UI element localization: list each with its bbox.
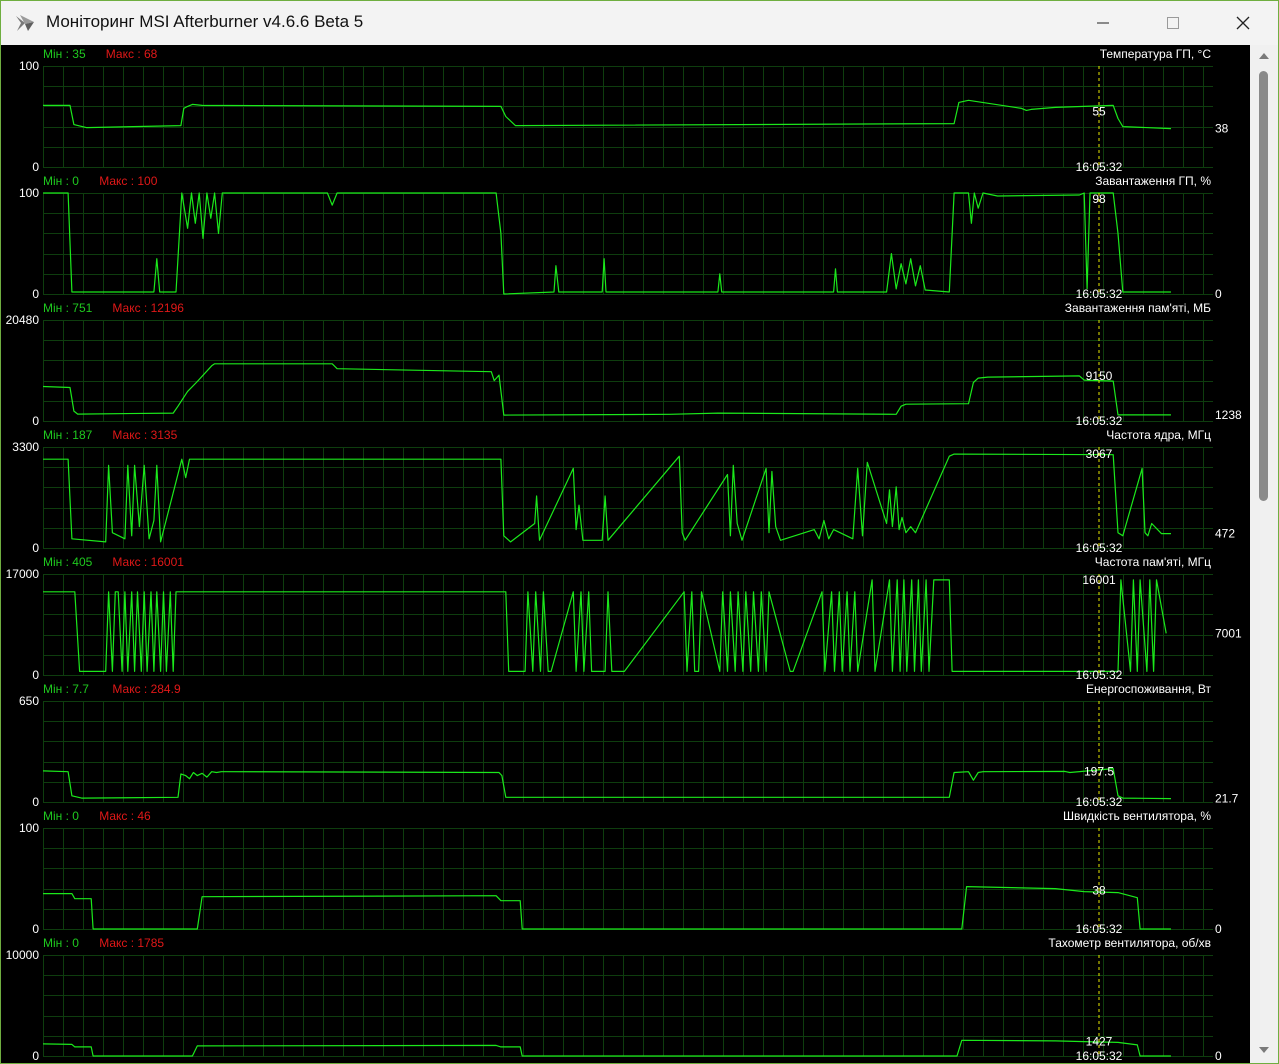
plot-area — [43, 320, 1213, 421]
graph-title: Частота ядра, МГц — [1106, 428, 1211, 442]
cursor-value: 38 — [1092, 884, 1106, 898]
plot-area — [43, 193, 1213, 294]
max-label: Макс : 284.9 — [112, 682, 181, 696]
current-value: 472 — [1215, 527, 1235, 541]
title-bar[interactable]: Моніторинг MSI Afterburner v4.6.6 Beta 5 — [1, 1, 1278, 45]
min-label: Мін : 751 — [43, 301, 93, 315]
current-value: 0 — [1215, 287, 1222, 301]
max-label: Макс : 1785 — [99, 936, 164, 950]
vertical-scrollbar[interactable] — [1250, 45, 1278, 1063]
min-label: Мін : 0 — [43, 809, 79, 823]
close-icon — [1236, 16, 1250, 30]
cursor-time: 16:05:32 — [1076, 668, 1123, 682]
graph-title: Температура ГП, °C — [1100, 47, 1212, 61]
plot-area — [43, 574, 1213, 675]
plot-area — [43, 66, 1213, 167]
cursor-time: 16:05:32 — [1076, 287, 1123, 301]
y-axis-min-label: 0 — [32, 922, 39, 936]
afterburner-window: Моніторинг MSI Afterburner v4.6.6 Beta 5… — [0, 0, 1279, 1064]
y-axis-max-label: 17000 — [6, 567, 40, 581]
y-axis-min-label: 0 — [32, 795, 39, 809]
cursor-time: 16:05:32 — [1076, 1049, 1123, 1063]
y-axis-min-label: 0 — [32, 668, 39, 682]
max-label: Макс : 100 — [99, 174, 158, 188]
y-axis-max-label: 10000 — [6, 948, 40, 962]
min-label: Мін : 35 — [43, 47, 86, 61]
y-axis-max-label: 20480 — [6, 313, 40, 327]
cursor-value: 16001 — [1082, 573, 1116, 587]
y-axis-min-label: 0 — [32, 287, 39, 301]
graph-title: Завантаження ГП, % — [1095, 174, 1211, 188]
scrollbar-thumb[interactable] — [1259, 71, 1268, 501]
current-value: 7001 — [1215, 626, 1242, 640]
cursor-value: 98 — [1092, 192, 1106, 206]
y-axis-max-label: 100 — [19, 59, 39, 73]
min-label: Мін : 7.7 — [43, 682, 89, 696]
close-button[interactable] — [1208, 1, 1278, 45]
max-label: Макс : 46 — [99, 809, 151, 823]
min-label: Мін : 0 — [43, 174, 79, 188]
cursor-time: 16:05:32 — [1076, 795, 1123, 809]
scroll-up-icon[interactable] — [1258, 51, 1270, 61]
y-axis-max-label: 650 — [19, 694, 39, 708]
min-label: Мін : 405 — [43, 555, 93, 569]
current-value: 1238 — [1215, 408, 1242, 422]
plot-area — [43, 701, 1213, 802]
graph-title: Енергоспоживання, Вт — [1086, 682, 1211, 696]
min-label: Мін : 0 — [43, 936, 79, 950]
minimize-icon — [1097, 22, 1109, 24]
graph-title: Тахометр вентилятора, об/хв — [1048, 936, 1211, 950]
y-axis-max-label: 3300 — [12, 440, 39, 454]
cursor-value: 197.5 — [1084, 764, 1114, 778]
current-value: 21.7 — [1215, 792, 1239, 806]
y-axis-max-label: 100 — [19, 186, 39, 200]
plot-area — [43, 828, 1213, 929]
current-value: 38 — [1215, 122, 1229, 136]
maximize-icon — [1167, 17, 1179, 29]
min-label: Мін : 187 — [43, 428, 93, 442]
cursor-value: 9150 — [1086, 369, 1113, 383]
afterburner-plane-icon — [16, 15, 34, 31]
y-axis-min-label: 0 — [32, 414, 39, 428]
minimize-button[interactable] — [1068, 1, 1138, 45]
cursor-time: 16:05:32 — [1076, 414, 1123, 428]
graph-title: Завантаження пам'яті, МБ — [1065, 301, 1211, 315]
scroll-down-icon[interactable] — [1258, 1045, 1270, 1055]
cursor-value: 1427 — [1086, 1035, 1113, 1049]
max-label: Макс : 12196 — [112, 301, 184, 315]
graph-title: Швидкість вентилятора, % — [1063, 809, 1211, 823]
max-label: Макс : 68 — [106, 47, 158, 61]
cursor-time: 16:05:32 — [1076, 160, 1123, 174]
window-title: Моніторинг MSI Afterburner v4.6.6 Beta 5 — [46, 12, 364, 31]
y-axis-min-label: 0 — [32, 1049, 39, 1063]
current-value: 0 — [1215, 1049, 1222, 1063]
y-axis-min-label: 0 — [32, 541, 39, 555]
monitoring-graphs[interactable]: Мін : 35 Макс : 68 Температура ГП, °C 100 0 5… — [1, 45, 1250, 1063]
max-label: Макс : 3135 — [112, 428, 177, 442]
y-axis-max-label: 100 — [19, 821, 39, 835]
y-axis-min-label: 0 — [32, 160, 39, 174]
plot-area — [43, 447, 1213, 548]
graph-title: Частота пам'яті, МГц — [1095, 555, 1211, 569]
cursor-value: 3067 — [1086, 447, 1113, 461]
current-value: 0 — [1215, 922, 1222, 936]
max-label: Макс : 16001 — [112, 555, 184, 569]
maximize-button[interactable] — [1138, 1, 1208, 45]
cursor-value: 55 — [1092, 104, 1106, 118]
cursor-time: 16:05:32 — [1076, 922, 1123, 936]
cursor-time: 16:05:32 — [1076, 541, 1123, 555]
